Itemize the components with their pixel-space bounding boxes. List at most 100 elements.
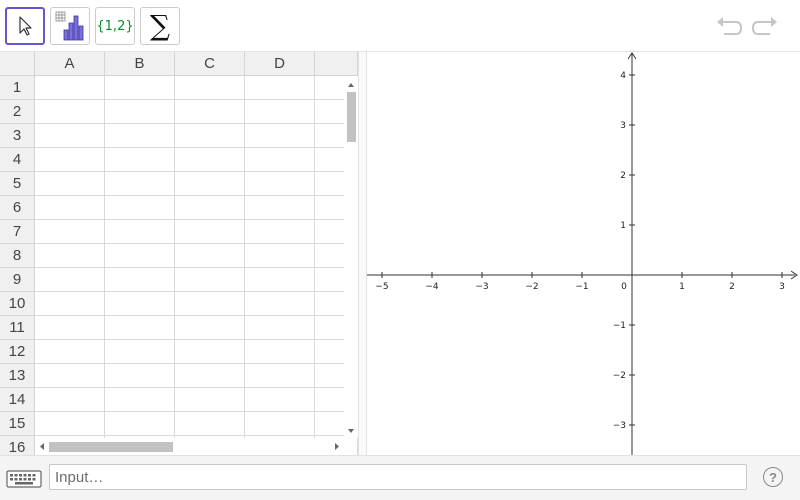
spreadsheet-cell[interactable] (35, 148, 105, 172)
spreadsheet-cell[interactable] (245, 100, 315, 124)
spreadsheet-cell[interactable] (245, 76, 315, 100)
spreadsheet-cell[interactable] (35, 196, 105, 220)
row-header-7[interactable]: 7 (0, 220, 35, 244)
spreadsheet-cell[interactable] (175, 316, 245, 340)
spreadsheet-cell[interactable] (105, 196, 175, 220)
row-header-4[interactable]: 4 (0, 148, 35, 172)
row-header-9[interactable]: 9 (0, 268, 35, 292)
spreadsheet-cell[interactable] (175, 364, 245, 388)
spreadsheet-cell[interactable] (105, 316, 175, 340)
spreadsheet-cell[interactable] (175, 244, 245, 268)
column-header-b[interactable]: B (105, 52, 175, 76)
spreadsheet-cell[interactable] (35, 388, 105, 412)
spreadsheet-cell[interactable] (175, 172, 245, 196)
algebra-input-field[interactable] (49, 464, 747, 490)
spreadsheet-cell[interactable] (105, 76, 175, 100)
row-header-13[interactable]: 13 (0, 364, 35, 388)
horizontal-scrollbar[interactable] (35, 438, 344, 455)
spreadsheet-cell[interactable] (245, 220, 315, 244)
spreadsheet-cell[interactable] (105, 100, 175, 124)
spreadsheet-cell[interactable] (245, 172, 315, 196)
spreadsheet-cell[interactable] (245, 388, 315, 412)
row-header-12[interactable]: 12 (0, 340, 35, 364)
spreadsheet-cell[interactable] (105, 292, 175, 316)
spreadsheet-cell[interactable] (105, 340, 175, 364)
spreadsheet-cell[interactable] (35, 340, 105, 364)
spreadsheet-cell[interactable] (35, 244, 105, 268)
spreadsheet-cell[interactable] (175, 124, 245, 148)
row-header-5[interactable]: 5 (0, 172, 35, 196)
row-header-8[interactable]: 8 (0, 244, 35, 268)
spreadsheet-cell[interactable] (175, 76, 245, 100)
x-tick-label: 0 (621, 282, 627, 292)
spreadsheet-cell[interactable] (175, 196, 245, 220)
horizontal-scroll-thumb[interactable] (49, 442, 173, 452)
column-header-e[interactable] (315, 52, 358, 76)
spreadsheet-cell[interactable] (35, 100, 105, 124)
scroll-up-icon (348, 83, 354, 87)
spreadsheet-cell[interactable] (245, 244, 315, 268)
spreadsheet-cell[interactable] (35, 292, 105, 316)
spreadsheet-cell[interactable] (175, 412, 245, 436)
spreadsheet-cell[interactable] (245, 412, 315, 436)
undo-button[interactable] (714, 13, 744, 41)
spreadsheet-cell[interactable] (175, 388, 245, 412)
row-header-14[interactable]: 14 (0, 388, 35, 412)
spreadsheet-cell[interactable] (105, 268, 175, 292)
list-tool-button[interactable]: {1,2} (95, 7, 135, 45)
row-header-2[interactable]: 2 (0, 100, 35, 124)
spreadsheet-cell[interactable] (105, 412, 175, 436)
spreadsheet-cell[interactable] (245, 124, 315, 148)
x-tick-label: 2 (729, 282, 735, 292)
chart-tool-button[interactable] (50, 7, 90, 45)
spreadsheet-cell[interactable] (35, 76, 105, 100)
spreadsheet-cell[interactable] (35, 364, 105, 388)
graphics-view[interactable]: −5 −4 −3 −2 −1 0 1 2 3 4 3 2 1 −1 −2 −3 (367, 52, 800, 455)
spreadsheet-cell[interactable] (175, 220, 245, 244)
spreadsheet-cell[interactable] (35, 124, 105, 148)
spreadsheet-cell[interactable] (35, 220, 105, 244)
move-tool-button[interactable] (5, 7, 45, 45)
spreadsheet-cell[interactable] (105, 148, 175, 172)
spreadsheet-cell[interactable] (245, 268, 315, 292)
view-splitter[interactable] (358, 52, 367, 455)
vertical-scroll-thumb[interactable] (347, 92, 356, 142)
spreadsheet-cell[interactable] (245, 316, 315, 340)
spreadsheet-cell[interactable] (245, 340, 315, 364)
column-header-d[interactable]: D (245, 52, 315, 76)
vertical-scrollbar[interactable] (344, 76, 358, 438)
row-header-11[interactable]: 11 (0, 316, 35, 340)
spreadsheet-cell[interactable] (35, 268, 105, 292)
row-header-6[interactable]: 6 (0, 196, 35, 220)
spreadsheet-cell[interactable] (105, 172, 175, 196)
spreadsheet-cell[interactable] (35, 412, 105, 436)
spreadsheet-cell[interactable] (35, 172, 105, 196)
spreadsheet-cell[interactable] (245, 364, 315, 388)
spreadsheet-cell[interactable] (245, 148, 315, 172)
spreadsheet-cell[interactable] (245, 292, 315, 316)
sum-tool-button[interactable]: ∑ (140, 7, 180, 45)
keyboard-button[interactable] (0, 464, 48, 494)
spreadsheet-cell[interactable] (175, 100, 245, 124)
redo-button[interactable] (750, 13, 780, 41)
spreadsheet-cell[interactable] (175, 292, 245, 316)
spreadsheet-cell[interactable] (35, 316, 105, 340)
spreadsheet-cell[interactable] (105, 244, 175, 268)
spreadsheet-cell[interactable] (105, 364, 175, 388)
row-header-3[interactable]: 3 (0, 124, 35, 148)
spreadsheet-cell[interactable] (175, 268, 245, 292)
row-header-15[interactable]: 15 (0, 412, 35, 436)
spreadsheet-cell[interactable] (175, 148, 245, 172)
row-header-10[interactable]: 10 (0, 292, 35, 316)
help-button[interactable]: ? (763, 467, 783, 487)
column-header-c[interactable]: C (175, 52, 245, 76)
spreadsheet-cell[interactable] (105, 124, 175, 148)
spreadsheet-cell[interactable] (105, 220, 175, 244)
row-header-16[interactable]: 16 (0, 436, 35, 455)
row-header-1[interactable]: 1 (0, 76, 35, 100)
spreadsheet-cell[interactable] (105, 388, 175, 412)
corner-header[interactable] (0, 52, 35, 76)
spreadsheet-cell[interactable] (175, 340, 245, 364)
column-header-a[interactable]: A (35, 52, 105, 76)
spreadsheet-cell[interactable] (245, 196, 315, 220)
